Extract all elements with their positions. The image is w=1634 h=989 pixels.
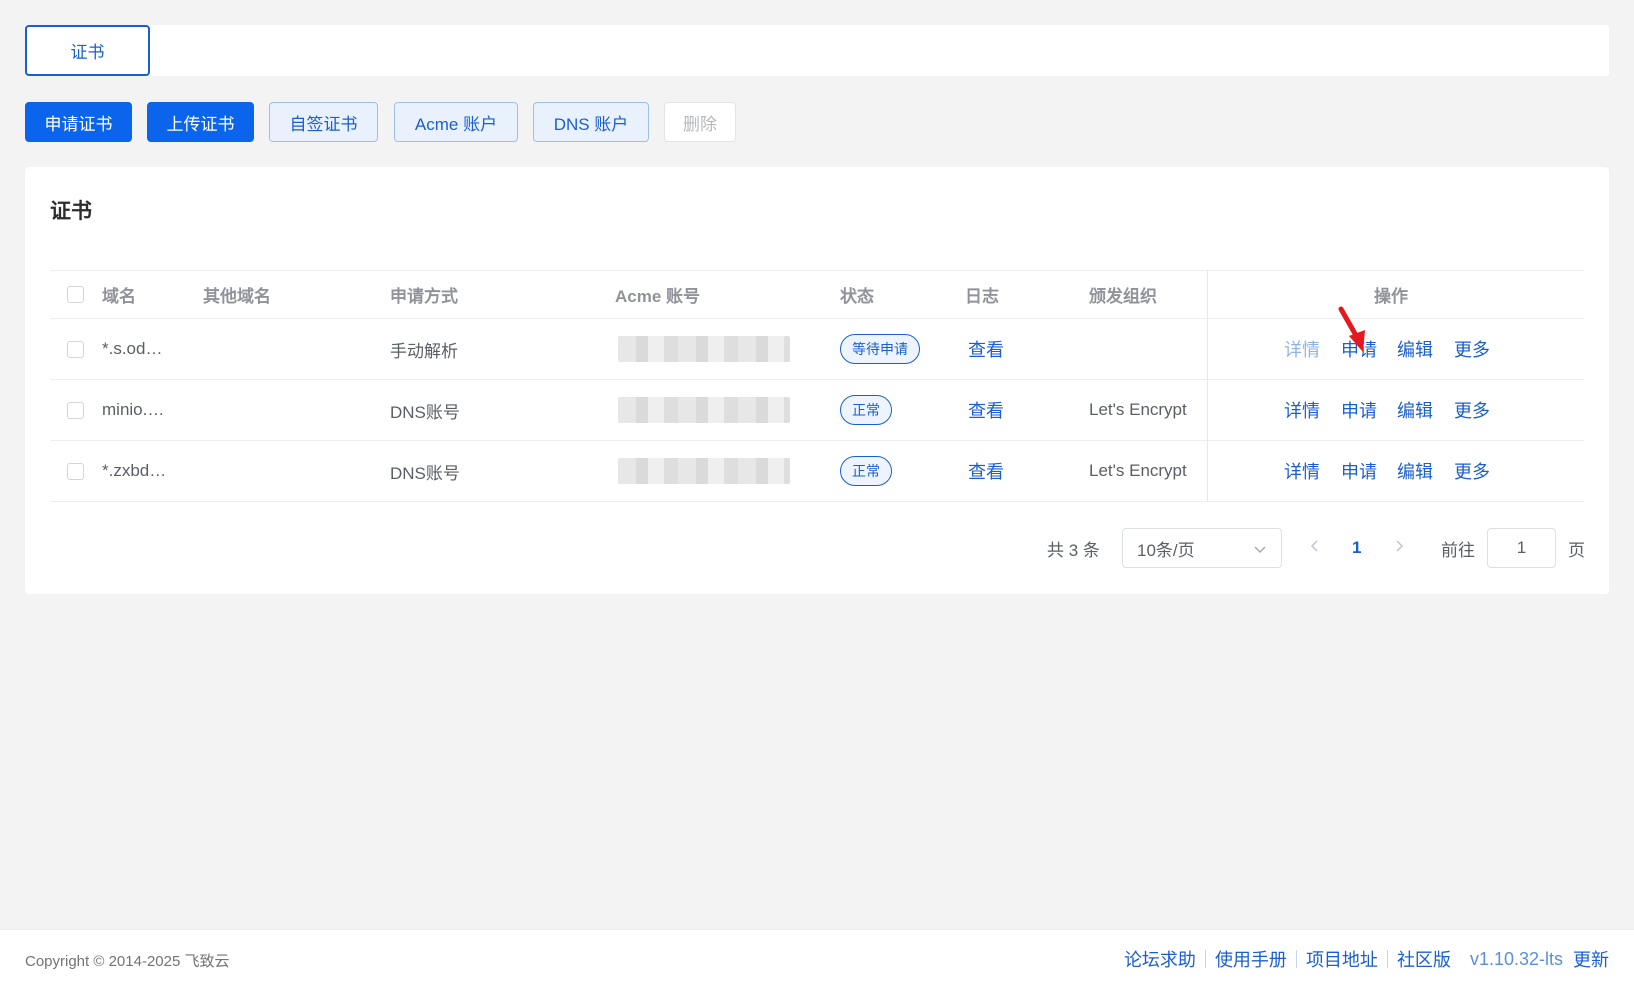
table-row: *.zxbd… DNS账号 正常 查看 Let's Encrypt 详情 申请 … [50,441,1584,502]
cell-issuer: Let's Encrypt [1089,400,1187,419]
cell-domain: minio.… [102,400,165,419]
certificates-card: 证书 域名 其他域名 申请方式 Acme 账号 状态 日志 颁发组织 操作 *.… [25,167,1609,594]
header-status: 状态 [840,287,874,306]
row-checkbox[interactable] [67,340,84,358]
page-number-current[interactable]: 1 [1352,528,1361,568]
more-link[interactable]: 更多 [1454,458,1490,484]
redacted-blur [618,458,790,484]
page: 证书 申请证书 上传证书 自签证书 Acme 账户 DNS 账户 删除 证书 域… [0,0,1634,989]
page-size-select[interactable]: 10条/页 [1122,528,1282,568]
cell-domain: *.zxbd… [102,461,167,480]
chevron-right-icon [1393,539,1405,558]
apply-cert-button[interactable]: 申请证书 [25,102,132,142]
status-badge: 正常 [840,456,892,486]
detail-link[interactable]: 详情 [1284,397,1320,423]
dns-account-button[interactable]: DNS 账户 [533,102,649,142]
red-arrow-annotation [1337,306,1371,361]
status-badge: 正常 [840,395,892,425]
header-issuer: 颁发组织 [1089,287,1157,306]
user-manual-link[interactable]: 使用手册 [1206,946,1296,972]
card-title: 证书 [50,200,92,223]
row-checkbox[interactable] [67,401,84,419]
edit-link[interactable]: 编辑 [1397,336,1433,362]
prev-page-button[interactable] [1309,528,1321,568]
cell-apply-method: DNS账号 [390,463,460,483]
page-suffix-label: 页 [1568,540,1585,560]
goto-page-input[interactable] [1487,528,1556,568]
redacted-blur [618,397,790,423]
view-log-link[interactable]: 查看 [968,336,1004,362]
cell-acme-account-redacted [618,441,790,501]
edit-link[interactable]: 编辑 [1397,458,1433,484]
cell-apply-method: 手动解析 [390,341,458,361]
cell-apply-method: DNS账号 [390,402,460,422]
version-text: v1.10.32-lts [1469,948,1563,969]
header-acme-account: Acme 账号 [615,287,701,306]
cell-domain: *.s.od… [102,339,163,358]
goto-label: 前往 [1441,540,1475,560]
select-all-cell [67,271,84,318]
apply-link[interactable]: 申请 [1341,458,1377,484]
select-all-checkbox[interactable] [67,286,84,303]
footer-links: 论坛求助 使用手册 项目地址 社区版 v1.10.32-lts 更新 [1115,946,1609,972]
status-badge: 等待申请 [840,334,920,364]
fixed-column-divider [1207,270,1208,502]
forum-help-link[interactable]: 论坛求助 [1115,946,1205,972]
tab-certificates[interactable]: 证书 [25,25,150,76]
cell-acme-account-redacted [618,380,790,440]
detail-link[interactable]: 详情 [1284,458,1320,484]
row-checkbox[interactable] [67,462,84,480]
header-log: 日志 [965,287,999,306]
chevron-left-icon [1309,539,1321,558]
tab-bar: 证书 [25,25,1609,76]
cell-issuer: Let's Encrypt [1089,461,1187,480]
acme-account-button[interactable]: Acme 账户 [394,102,518,142]
detail-link[interactable]: 详情 [1284,336,1320,362]
apply-link[interactable]: 申请 [1341,397,1377,423]
view-log-link[interactable]: 查看 [968,397,1004,423]
pagination: 共 3 条 10条/页 1 前往 页 [25,528,1609,568]
next-page-button[interactable] [1393,528,1405,568]
delete-button[interactable]: 删除 [664,102,736,142]
edit-link[interactable]: 编辑 [1397,397,1433,423]
cell-acme-account-redacted [618,319,790,379]
self-signed-cert-button[interactable]: 自签证书 [269,102,378,142]
update-link[interactable]: 更新 [1573,946,1609,972]
header-actions: 操作 [1374,287,1408,306]
header-other-domains: 其他域名 [203,287,271,306]
header-apply-method: 申请方式 [390,287,458,306]
footer: Copyright © 2014-2025 飞致云 论坛求助 使用手册 项目地址… [0,929,1634,989]
view-log-link[interactable]: 查看 [968,458,1004,484]
project-address-link[interactable]: 项目地址 [1297,946,1387,972]
page-size-value: 10条/页 [1137,540,1195,560]
upload-cert-button[interactable]: 上传证书 [147,102,254,142]
more-link[interactable]: 更多 [1454,397,1490,423]
copyright-text: Copyright © 2014-2025 飞致云 [25,953,230,970]
table-row: minio.… DNS账号 正常 查看 Let's Encrypt 详情 申请 … [50,380,1584,441]
header-domain[interactable]: 域名 [102,271,136,318]
pagination-total: 共 3 条 [1047,540,1100,560]
redacted-blur [618,336,790,362]
more-link[interactable]: 更多 [1454,336,1490,362]
community-edition-link[interactable]: 社区版 [1388,946,1460,972]
chevron-down-icon [1253,541,1267,561]
